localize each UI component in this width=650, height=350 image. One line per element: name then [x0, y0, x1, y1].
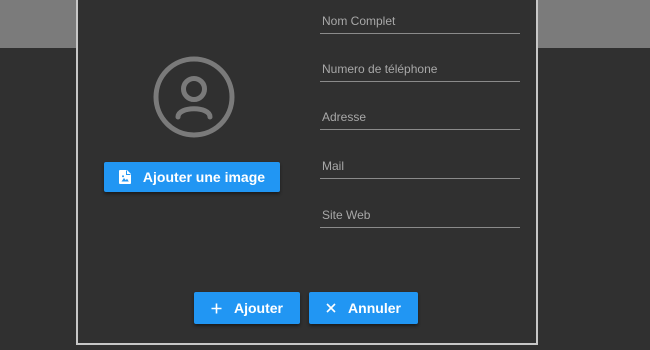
website-input[interactable]	[322, 208, 516, 222]
email-input[interactable]	[322, 159, 516, 173]
ajouter-label: Ajouter	[234, 300, 283, 316]
ajouter-button[interactable]: Ajouter	[194, 292, 300, 324]
account-circle-icon	[153, 56, 235, 138]
contact-dialog: Ajouter une image Ajouter	[76, 0, 538, 345]
address-input[interactable]	[322, 110, 516, 124]
full-name-input[interactable]	[322, 14, 516, 28]
avatar	[152, 55, 236, 139]
email-field[interactable]	[320, 149, 520, 179]
address-field[interactable]	[320, 100, 520, 130]
app-window: Ajouter une image Ajouter	[0, 0, 650, 350]
annuler-label: Annuler	[348, 300, 401, 316]
plus-icon	[211, 303, 222, 314]
phone-field[interactable]	[320, 52, 520, 82]
image-file-icon	[118, 170, 131, 184]
add-image-label: Ajouter une image	[142, 169, 266, 185]
annuler-button[interactable]: Annuler	[309, 292, 418, 324]
close-icon	[326, 303, 336, 313]
phone-input[interactable]	[322, 62, 516, 76]
website-field[interactable]	[320, 198, 520, 228]
full-name-field[interactable]	[320, 4, 520, 34]
add-image-button[interactable]: Ajouter une image	[104, 162, 280, 192]
